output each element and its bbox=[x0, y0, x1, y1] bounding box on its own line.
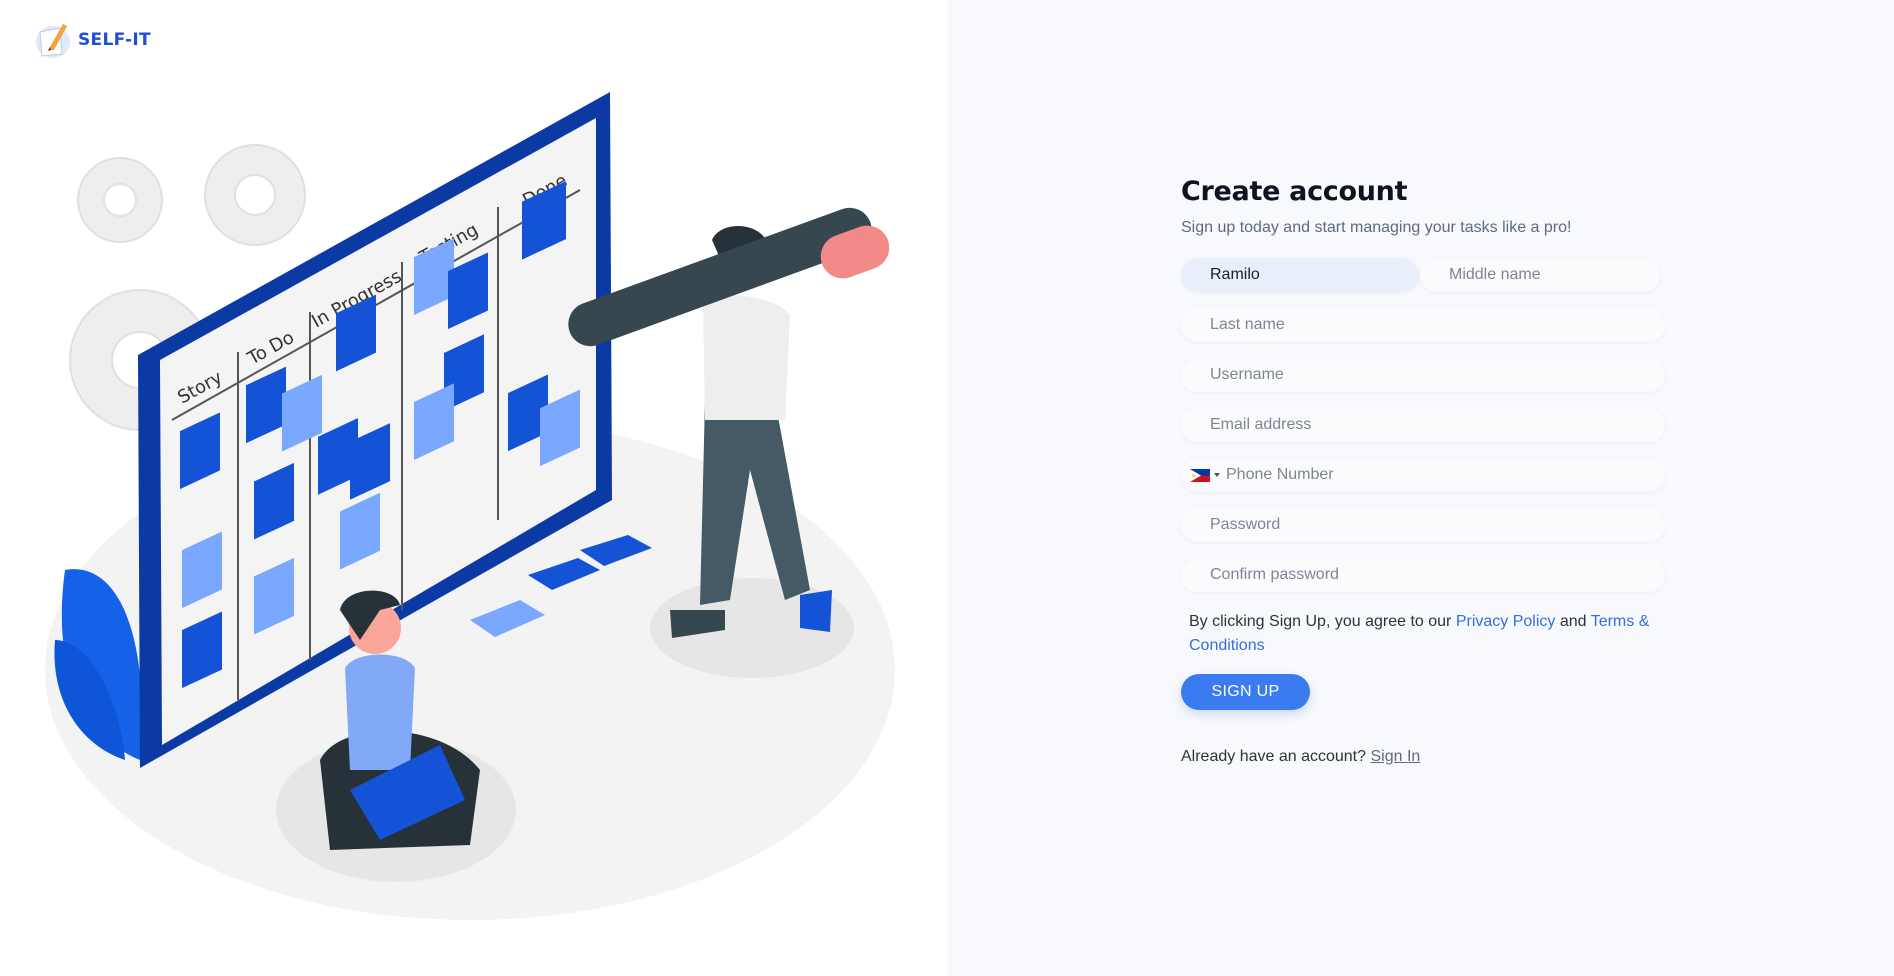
illustration-pane: Story To Do In Progress Testing Done bbox=[0, 0, 948, 976]
first-name-field[interactable] bbox=[1181, 258, 1419, 292]
terms-prefix: By clicking Sign Up, you agree to our bbox=[1189, 613, 1456, 630]
country-code-select[interactable] bbox=[1181, 458, 1220, 492]
password-field[interactable] bbox=[1181, 508, 1665, 542]
sign-in-link[interactable]: Sign In bbox=[1370, 748, 1420, 765]
terms-middle: and bbox=[1555, 613, 1591, 630]
page-title: Create account bbox=[1181, 176, 1408, 207]
sign-up-button[interactable]: SIGN UP bbox=[1181, 674, 1310, 710]
sign-in-prompt: Already have an account? Sign In bbox=[1181, 748, 1667, 766]
confirm-password-field[interactable] bbox=[1181, 558, 1665, 592]
kanban-illustration: Story To Do In Progress Testing Done bbox=[45, 92, 895, 920]
name-row bbox=[1181, 258, 1667, 292]
sign-in-prompt-text: Already have an account? bbox=[1181, 748, 1371, 765]
pen-and-paper-logo-icon bbox=[36, 24, 70, 58]
username-field[interactable] bbox=[1181, 358, 1665, 392]
phone-number-input[interactable] bbox=[1226, 458, 1665, 492]
chevron-down-icon bbox=[1214, 473, 1220, 477]
last-name-field[interactable] bbox=[1181, 308, 1665, 342]
gear-icon bbox=[77, 157, 163, 243]
page-subtitle: Sign up today and start managing your ta… bbox=[1181, 219, 1572, 236]
terms-notice: By clicking Sign Up, you agree to our Pr… bbox=[1181, 610, 1667, 658]
gear-icon bbox=[204, 144, 306, 246]
brand-logo[interactable]: SELF-IT bbox=[34, 20, 151, 60]
email-field[interactable] bbox=[1181, 408, 1665, 442]
signup-form: Create account Sign up today and start m… bbox=[1181, 176, 1667, 766]
privacy-policy-link[interactable]: Privacy Policy bbox=[1456, 613, 1556, 630]
philippines-flag-icon bbox=[1190, 468, 1210, 482]
phone-field bbox=[1181, 458, 1665, 492]
middle-name-field[interactable] bbox=[1420, 258, 1660, 292]
brand-name: SELF-IT bbox=[78, 30, 151, 50]
